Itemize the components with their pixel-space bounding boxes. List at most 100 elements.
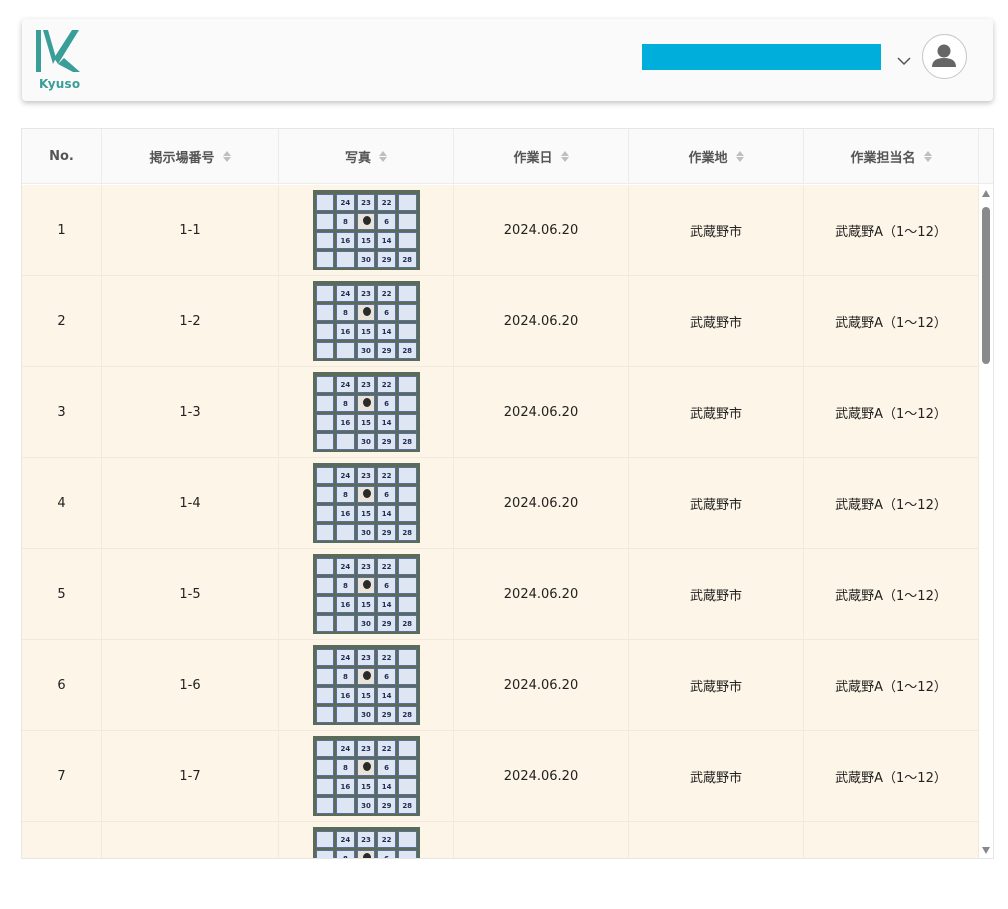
poster-slot: 6 xyxy=(377,850,396,858)
board-photo-thumbnail[interactable]: 24232286161514302928 xyxy=(312,190,420,270)
cell-photo: 24232286161514302928 xyxy=(279,731,454,821)
board-photo-thumbnail[interactable]: 24232286161514302928 xyxy=(312,827,420,858)
poster-slot xyxy=(315,395,335,412)
table-row[interactable]: 1 1-1 24 23 22 8 6 16 15 14 30 29 28 2024.06.20 武蔵野市 武蔵… xyxy=(22,185,979,276)
poster-slot xyxy=(315,596,335,613)
poster-slot: 30 xyxy=(356,615,376,632)
table-row[interactable]: 3 1-3 24 23 22 8 6 16 15 14 30 29 28 2024.06.20 武蔵野市 武蔵… xyxy=(22,367,979,458)
scroll-down-arrow-icon[interactable] xyxy=(982,847,990,854)
column-header-work-place[interactable]: 作業地 xyxy=(629,129,804,184)
poster-slot: 29 xyxy=(377,342,396,359)
scrollbar-thumb[interactable] xyxy=(982,207,990,364)
poster-slot: 16 xyxy=(336,414,355,431)
poster-slot xyxy=(315,251,335,268)
poster-slot xyxy=(397,486,417,503)
poster-slot: 29 xyxy=(377,433,396,450)
poster-slot: 14 xyxy=(377,232,396,249)
poster-slot: 14 xyxy=(377,687,396,704)
sort-icon[interactable] xyxy=(560,151,569,162)
sort-icon[interactable] xyxy=(735,151,744,162)
poster-slot xyxy=(315,615,335,632)
poster-slot xyxy=(397,505,417,522)
table-row[interactable]: 24232286161514302928 xyxy=(22,822,979,858)
table-row[interactable]: 2 1-2 24 23 22 8 6 16 15 14 30 29 28 2024.06.20 武蔵野市 武蔵… xyxy=(22,276,979,367)
board-photo-thumbnail[interactable]: 24232286161514302928 xyxy=(312,554,420,634)
poster-slot: 28 xyxy=(397,797,417,814)
poster-slot xyxy=(397,558,417,575)
poster-slot xyxy=(315,778,335,795)
poster-slot: 30 xyxy=(356,342,376,359)
poster-slot: 23 xyxy=(356,194,376,211)
cell-no: 2 xyxy=(22,276,102,366)
user-name-bar[interactable] xyxy=(642,44,881,70)
poster-slot xyxy=(315,505,335,522)
poster-slot xyxy=(397,740,417,757)
vertical-scrollbar[interactable] xyxy=(979,185,993,858)
poster-slot xyxy=(397,649,417,666)
poster-slot xyxy=(336,524,355,541)
poster-slot xyxy=(356,304,376,321)
poster-slot xyxy=(315,285,335,302)
poster-slot xyxy=(315,687,335,704)
poster-slot: 8 xyxy=(336,759,355,776)
poster-slot: 6 xyxy=(377,304,396,321)
column-header-photo[interactable]: 写真 xyxy=(279,129,454,184)
sort-icon[interactable] xyxy=(379,151,387,162)
sort-icon[interactable] xyxy=(222,151,231,162)
board-photo-thumbnail[interactable]: 24232286161514302928 xyxy=(312,736,420,816)
poster-slot: 22 xyxy=(377,376,396,393)
poster-slot: 8 xyxy=(336,213,355,230)
poster-slot: 6 xyxy=(377,486,396,503)
board-photo-thumbnail[interactable]: 24232286161514302928 xyxy=(312,645,420,725)
poster-slot: 8 xyxy=(336,304,355,321)
poster-slot xyxy=(315,831,335,848)
poster-slot xyxy=(397,194,417,211)
poster-slot xyxy=(356,577,376,594)
cell-assignee: 武蔵野A（1〜12） xyxy=(804,367,979,457)
poster-slot: 8 xyxy=(336,577,355,594)
board-photo-thumbnail[interactable]: 24232286161514302928 xyxy=(312,372,420,452)
poster-slot xyxy=(315,232,335,249)
cell-work-date xyxy=(454,822,629,858)
cell-work-place: 武蔵野市 xyxy=(629,731,804,821)
sort-icon[interactable] xyxy=(923,151,932,162)
poster-slot xyxy=(336,706,355,723)
poster-slot xyxy=(356,668,376,685)
cell-photo: 24232286161514302928 xyxy=(279,458,454,548)
poster-slot xyxy=(356,395,376,412)
poster-slot: 16 xyxy=(336,778,355,795)
cell-work-place: 武蔵野市 xyxy=(629,549,804,639)
poster-slot xyxy=(397,376,417,393)
column-header-work-date[interactable]: 作業日 xyxy=(454,129,629,184)
cell-board-number: 1-1 xyxy=(102,185,279,275)
work-records-table: No. 掲示場番号 写真 作業日 作業地 作業担当名 1 1-1 24 23 22 8 6 1… xyxy=(21,128,994,859)
poster-slot xyxy=(397,285,417,302)
column-header-no[interactable]: No. xyxy=(22,129,102,184)
poster-slot xyxy=(336,615,355,632)
poster-slot: 23 xyxy=(356,467,376,484)
column-header-board-number[interactable]: 掲示場番号 xyxy=(102,129,279,184)
poster-slot xyxy=(397,759,417,776)
board-photo-thumbnail[interactable]: 24232286161514302928 xyxy=(312,463,420,543)
poster-slot xyxy=(397,414,417,431)
board-photo-thumbnail[interactable]: 24232286161514302928 xyxy=(312,281,420,361)
user-avatar-icon[interactable] xyxy=(922,34,967,79)
scroll-up-arrow-icon[interactable] xyxy=(982,190,990,197)
cell-board-number: 1-4 xyxy=(102,458,279,548)
poster-slot xyxy=(397,577,417,594)
poster-slot xyxy=(397,395,417,412)
poster-slot: 6 xyxy=(377,395,396,412)
table-row[interactable]: 6 1-6 24 23 22 8 6 16 15 14 30 29 28 2024.06.20 武蔵野市 武蔵… xyxy=(22,640,979,731)
cell-photo: 24232286161514302928 xyxy=(279,640,454,730)
table-row[interactable]: 5 1-5 24 23 22 8 6 16 15 14 30 29 28 2024.06.20 武蔵野市 武蔵… xyxy=(22,549,979,640)
header-gutter xyxy=(979,129,993,184)
poster-slot: 8 xyxy=(336,395,355,412)
column-header-assignee[interactable]: 作業担当名 xyxy=(804,129,979,184)
table-row[interactable]: 4 1-4 24 23 22 8 6 16 15 14 30 29 28 2024.06.20 武蔵野市 武蔵… xyxy=(22,458,979,549)
chevron-down-icon[interactable] xyxy=(894,53,914,69)
poster-slot xyxy=(397,467,417,484)
cell-photo: 24232286161514302928 xyxy=(279,822,454,858)
poster-slot: 29 xyxy=(377,615,396,632)
table-row[interactable]: 7 1-7 24 23 22 8 6 16 15 14 30 29 28 2024.06.20 武蔵野市 武蔵… xyxy=(22,731,979,822)
poster-slot xyxy=(336,797,355,814)
